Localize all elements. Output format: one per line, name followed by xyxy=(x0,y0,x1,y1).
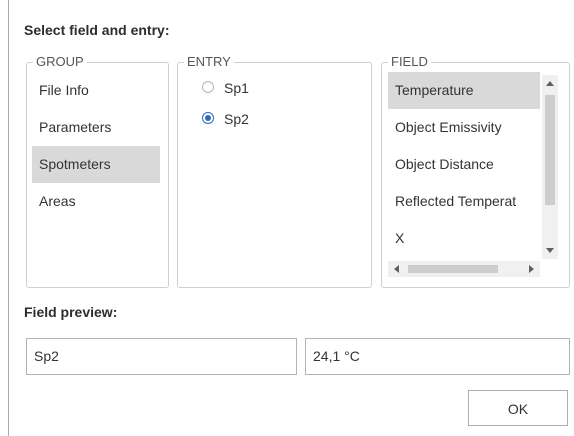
chevron-up-icon[interactable] xyxy=(546,81,554,86)
entry-legend: ENTRY xyxy=(184,54,234,70)
vertical-scroll-thumb[interactable] xyxy=(545,95,555,205)
field-item-object-distance[interactable]: Object Distance xyxy=(388,146,540,183)
select-field-title: Select field and entry: xyxy=(24,22,170,38)
radio-checked-icon[interactable] xyxy=(202,112,214,124)
chevron-left-icon[interactable] xyxy=(394,265,399,273)
field-item-reflected-temperature[interactable]: Reflected Temperat xyxy=(388,183,540,220)
chevron-down-icon[interactable] xyxy=(546,248,554,253)
horizontal-scroll-thumb[interactable] xyxy=(408,265,498,273)
field-preview-title: Field preview: xyxy=(24,304,118,320)
field-item-temperature[interactable]: Temperature xyxy=(388,72,540,109)
group-box: GROUP File Info Parameters Spotmeters Ar… xyxy=(26,54,169,288)
field-legend: FIELD xyxy=(388,54,431,70)
entry-option-label: Sp2 xyxy=(224,111,249,127)
group-legend: GROUP xyxy=(33,54,87,70)
entry-option-label: Sp1 xyxy=(224,80,249,96)
group-item-areas[interactable]: Areas xyxy=(32,183,160,220)
chevron-right-icon[interactable] xyxy=(529,265,534,273)
select-field-dialog: Select field and entry: GROUP File Info … xyxy=(8,0,574,436)
entry-box: ENTRY Sp1 Sp2 xyxy=(177,54,372,288)
field-item-object-emissivity[interactable]: Object Emissivity xyxy=(388,109,540,146)
field-horizontal-scrollbar[interactable] xyxy=(388,261,540,277)
field-item-x[interactable]: X xyxy=(388,220,540,257)
group-item-spotmeters[interactable]: Spotmeters xyxy=(32,146,160,183)
ok-button[interactable]: OK xyxy=(468,390,568,426)
group-item-parameters[interactable]: Parameters xyxy=(32,109,160,146)
radio-unchecked-icon[interactable] xyxy=(202,81,214,93)
preview-value-field[interactable]: 24,1 °C xyxy=(305,338,570,375)
field-box: FIELD Temperature Object Emissivity Obje… xyxy=(381,54,570,288)
field-vertical-scrollbar[interactable] xyxy=(542,75,558,259)
preview-name-field[interactable]: Sp2 xyxy=(26,338,297,375)
group-item-file-info[interactable]: File Info xyxy=(32,72,160,109)
